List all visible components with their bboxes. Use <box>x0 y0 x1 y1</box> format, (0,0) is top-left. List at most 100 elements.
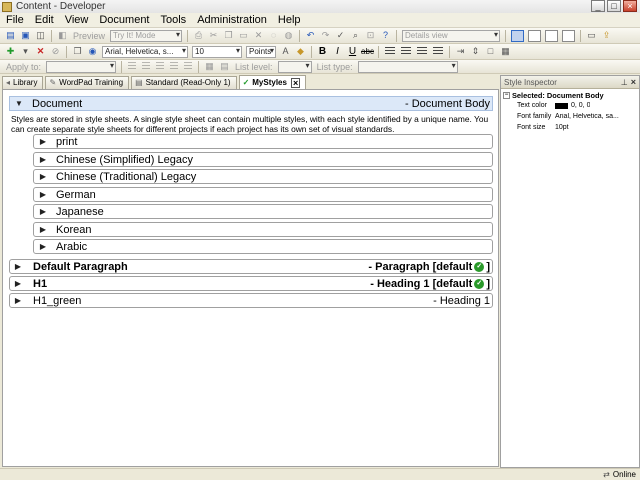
list-grid-icon[interactable]: ▦ <box>204 61 215 72</box>
style-item-chinese-simplified[interactable]: ▶ Chinese (Simplified) Legacy <box>33 152 493 167</box>
indent-list-icon[interactable] <box>170 62 179 71</box>
expand-triangle-icon[interactable]: ▶ <box>36 190 50 199</box>
save-icon[interactable]: ▣ <box>20 30 31 41</box>
outline-view-icon[interactable] <box>545 29 559 42</box>
expand-triangle-icon[interactable]: ▶ <box>36 225 50 234</box>
style-item-chinese-traditional[interactable]: ▶ Chinese (Traditional) Legacy <box>33 169 493 184</box>
style-h1[interactable]: ▶ H1 - Heading 1 [default ✓ ] <box>9 276 493 291</box>
publish-icon[interactable]: ⇪ <box>601 30 612 41</box>
selected-style-node[interactable]: − Selected: Document Body <box>501 89 639 100</box>
delete-icon[interactable]: ✕ <box>253 30 264 41</box>
help-icon[interactable]: ? <box>380 30 391 41</box>
expand-triangle-icon[interactable]: ▶ <box>36 155 50 164</box>
align-left-icon[interactable] <box>385 47 395 56</box>
copy-icon[interactable]: ❐ <box>223 30 234 41</box>
align-right-icon[interactable] <box>417 47 427 56</box>
expand-triangle-icon[interactable]: ▶ <box>36 207 50 216</box>
insert-icon[interactable]: ⊡ <box>365 30 376 41</box>
maximize-button[interactable]: □ <box>607 0 621 12</box>
split-view-icon[interactable] <box>528 29 542 42</box>
underline-button[interactable]: U <box>346 46 359 57</box>
preview-pane-icon[interactable] <box>562 29 576 42</box>
replace-icon[interactable]: ◍ <box>283 30 294 41</box>
dropdown-arrow-icon[interactable]: ▾ <box>20 46 31 57</box>
copy-style-icon[interactable]: ❐ <box>72 46 83 57</box>
document-style-header[interactable]: ▼ Document - Document Body <box>9 96 493 111</box>
list-numbers-icon[interactable] <box>142 62 151 71</box>
save-all-icon[interactable]: ◫ <box>35 30 46 41</box>
undo-icon[interactable]: ↶ <box>305 30 316 41</box>
cancel-icon[interactable]: ⊘ <box>50 46 61 57</box>
tab-standard-read-only[interactable]: ▤ Standard (Read-Only 1) <box>131 76 237 89</box>
view-layout-icon[interactable] <box>511 29 525 42</box>
redo-icon[interactable]: ↷ <box>320 30 331 41</box>
table-icon[interactable]: ▦ <box>500 46 511 57</box>
property-text-color[interactable]: Text color 0, 0, 0 <box>501 100 639 111</box>
window-icon[interactable]: ▭ <box>586 30 597 41</box>
print-icon[interactable]: ⎙ <box>193 30 204 41</box>
style-item-korean[interactable]: ▶ Korean <box>33 222 493 237</box>
mode-select[interactable]: Try It! Mode <box>110 29 183 42</box>
cut-icon[interactable]: ✂ <box>208 30 219 41</box>
zoom-icon[interactable]: ⌕ <box>350 30 361 41</box>
italic-button[interactable]: I <box>331 46 344 57</box>
expand-triangle-icon[interactable]: ▶ <box>11 262 25 271</box>
menu-edit[interactable]: Edit <box>29 14 59 26</box>
list-type-select[interactable] <box>357 60 458 73</box>
style-item-japanese[interactable]: ▶ Japanese <box>33 204 493 219</box>
preview-icon[interactable]: ◧ <box>57 30 68 41</box>
list-props-icon[interactable]: ▤ <box>219 61 230 72</box>
style-item-german[interactable]: ▶ German <box>33 187 493 202</box>
menu-administration[interactable]: Administration <box>191 14 272 26</box>
apply-to-select[interactable] <box>46 60 117 73</box>
menu-file[interactable]: File <box>0 14 29 26</box>
tab-mystyles[interactable]: ✓ MyStyles × <box>238 75 307 89</box>
paste-icon[interactable]: ▭ <box>238 30 249 41</box>
menu-tools[interactable]: Tools <box>155 14 192 26</box>
tab-wordpad-training[interactable]: ✎ WordPad Training <box>45 76 130 89</box>
align-center-icon[interactable] <box>401 47 411 56</box>
style-h1-green[interactable]: ▶ H1_green - Heading 1 <box>9 293 493 308</box>
menu-help[interactable]: Help <box>272 14 306 26</box>
find-icon[interactable]: ◌ <box>268 30 279 41</box>
menu-document[interactable]: Document <box>93 14 154 26</box>
indent-icon[interactable]: ⇥ <box>455 46 466 57</box>
remove-icon[interactable]: ✕ <box>35 46 46 57</box>
list-bullets-icon[interactable] <box>128 62 137 71</box>
highlight-icon[interactable]: ◆ <box>295 46 306 57</box>
list-level-select[interactable] <box>277 60 312 73</box>
expand-triangle-icon[interactable]: ▶ <box>36 242 50 251</box>
size-unit-select[interactable]: Points <box>246 45 276 58</box>
preview-button[interactable]: Preview <box>73 31 105 41</box>
style-default-paragraph[interactable]: ▶ Default Paragraph - Paragraph [default… <box>9 259 493 274</box>
spellcheck-icon[interactable]: ✓ <box>335 30 346 41</box>
collapse-minus-icon[interactable]: − <box>503 92 510 99</box>
close-tab-icon[interactable]: × <box>290 77 301 88</box>
justify-icon[interactable] <box>433 47 443 56</box>
font-size-select[interactable]: 10 <box>192 45 242 58</box>
expand-triangle-icon[interactable]: ▶ <box>11 296 25 305</box>
view-select[interactable]: Details view <box>402 29 501 42</box>
tab-library[interactable]: ◂ Library <box>2 76 44 89</box>
property-font-size[interactable]: Font size 10pt <box>501 122 639 133</box>
style-item-print[interactable]: ▶ print <box>33 134 493 149</box>
spacing-icon[interactable]: ⇕ <box>470 46 481 57</box>
close-window-button[interactable]: × <box>623 0 637 12</box>
expand-triangle-icon[interactable]: ▶ <box>11 279 25 288</box>
strikethrough-button[interactable]: abc <box>361 47 374 56</box>
font-family-select[interactable]: Arial, Helvetica, s... <box>102 45 188 58</box>
property-font-family[interactable]: Font family Arial, Helvetica, sa... <box>501 111 639 122</box>
add-icon[interactable]: ✚ <box>5 46 16 57</box>
style-item-arabic[interactable]: ▶ Arabic <box>33 239 493 254</box>
style-find-icon[interactable]: ◉ <box>87 46 98 57</box>
text-color-icon[interactable]: A <box>280 46 291 57</box>
bold-button[interactable]: B <box>316 46 329 57</box>
expand-triangle-icon[interactable]: ▶ <box>36 137 50 146</box>
list-style-icon[interactable] <box>184 62 193 71</box>
outdent-icon[interactable] <box>156 62 165 71</box>
minimize-button[interactable]: _ <box>591 0 605 12</box>
close-panel-icon[interactable]: × <box>631 77 636 87</box>
menu-view[interactable]: View <box>59 14 94 26</box>
border-icon[interactable]: □ <box>485 46 496 57</box>
new-document-icon[interactable]: ▤ <box>5 30 16 41</box>
